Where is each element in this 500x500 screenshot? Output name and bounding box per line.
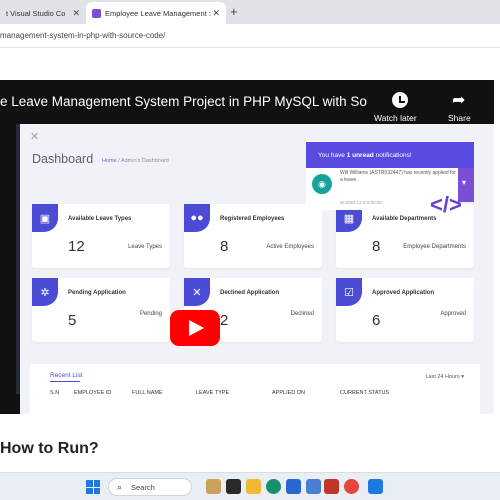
chat-icon: ◉ xyxy=(312,174,332,194)
spinner-icon: ✲ xyxy=(32,278,58,306)
mail-icon[interactable] xyxy=(306,479,321,494)
briefcase-icon: ▣ xyxy=(32,204,58,232)
breadcrumb-rest: / Admin's Dashboard xyxy=(116,158,169,164)
breadcrumb: Home / Admin's Dashboard xyxy=(102,158,169,164)
task-view-icon[interactable] xyxy=(226,479,241,494)
x-icon: ✕ xyxy=(184,278,210,306)
card-value: 12 xyxy=(68,238,85,255)
notification-header: You have 1 unread notifications! xyxy=(306,142,474,168)
close-icon[interactable]: ✕ xyxy=(212,8,220,19)
tab-label: t Visual Studio Co xyxy=(6,8,66,18)
card-leave-types: ▣ Available Leave Types 12 Leave Types xyxy=(32,204,170,268)
column-header: FULL NAME xyxy=(132,390,163,396)
card-title: Declined Application xyxy=(220,290,280,296)
card-subtitle: Approved xyxy=(440,311,466,317)
tab-visual-studio-code[interactable]: t Visual Studio Co ✕ xyxy=(0,2,86,24)
card-title: Registered Employees xyxy=(220,216,285,222)
search-label: Search xyxy=(131,483,155,492)
new-tab-button[interactable]: + xyxy=(230,4,238,19)
watch-later-label[interactable]: Watch later xyxy=(374,113,417,123)
chevron-down-icon: ▾ xyxy=(462,178,467,187)
notification-text: Will Williams (ASTR032447) has recently … xyxy=(340,170,456,183)
card-subtitle: Active Employees xyxy=(266,244,314,250)
chrome-icon[interactable] xyxy=(344,479,359,494)
clock-icon[interactable] xyxy=(392,92,408,108)
recent-list-title: Recent List xyxy=(50,372,83,379)
notification-head-pre: You have xyxy=(318,152,347,159)
video-title[interactable]: e Leave Management System Project in PHP… xyxy=(0,94,367,109)
card-subtitle: Employee Departments xyxy=(403,244,466,250)
card-value: 6 xyxy=(372,312,381,329)
column-header: LEAVE TYPE xyxy=(196,390,230,396)
close-icon[interactable]: ✕ xyxy=(72,8,80,19)
card-subtitle: Leave Types xyxy=(128,244,162,250)
address-bar[interactable]: management-system-in-php-with-source-cod… xyxy=(0,24,500,48)
file-explorer-icon[interactable] xyxy=(246,479,261,494)
time-filter-label: Last 24 Hours xyxy=(425,374,460,380)
search-icon: ⌕ xyxy=(117,482,123,492)
edge-icon[interactable] xyxy=(266,479,281,494)
column-header: EMPLOYEE ID xyxy=(74,390,112,396)
tab-underline xyxy=(50,381,80,382)
windows-taskbar: ⌕ Search xyxy=(0,472,500,500)
tab-label: Employee Leave Management : xyxy=(105,8,211,18)
card-title: Approved Application xyxy=(372,290,435,296)
breadcrumb-home: Home xyxy=(102,158,117,164)
recent-list-panel: Recent List Last 24 Hours ▾ S.N EMPLOYEE… xyxy=(30,364,480,414)
card-subtitle: Pending xyxy=(139,311,162,317)
card-value: 5 xyxy=(68,312,77,329)
browser-tab-strip: t Visual Studio Co ✕ Employee Leave Mana… xyxy=(0,0,500,24)
youtube-video-player[interactable]: ✕ Dashboard Home / Admin's Dashboard ▣ A… xyxy=(0,80,494,414)
notification-head-post: notifications! xyxy=(373,152,412,159)
card-subtitle: Declined xyxy=(290,311,314,317)
store-icon[interactable] xyxy=(286,479,301,494)
favicon-icon xyxy=(92,8,101,18)
card-title: Available Departments xyxy=(372,216,437,222)
channel-logo-icon: </> xyxy=(430,192,462,217)
notification-date: at 2020-12-3 0:00:00 xyxy=(340,200,382,205)
widgets-icon[interactable] xyxy=(206,479,221,494)
card-approved: ☑ Approved Application 6 Approved xyxy=(336,278,474,342)
taskbar-search-box[interactable]: ⌕ Search xyxy=(108,478,192,496)
card-value: 2 xyxy=(220,312,229,329)
column-header: CURRENT STATUS xyxy=(340,390,390,396)
play-button[interactable] xyxy=(170,310,220,346)
card-title: Available Leave Types xyxy=(68,216,132,222)
dashboard-title: Dashboard xyxy=(32,152,94,166)
card-value: 8 xyxy=(372,238,381,255)
share-icon[interactable]: ➦ xyxy=(452,90,465,110)
section-heading: How to Run? xyxy=(0,440,99,457)
card-title: Pending Application xyxy=(68,290,126,296)
card-pending: ✲ Pending Application 5 Pending xyxy=(32,278,170,342)
column-header: S.N xyxy=(50,390,60,396)
tab-employee-leave-management[interactable]: Employee Leave Management : ✕ xyxy=(86,2,226,24)
close-icon: ✕ xyxy=(30,131,40,143)
card-value: 8 xyxy=(220,238,229,255)
users-icon: ●● xyxy=(184,204,210,232)
windows-start-icon[interactable] xyxy=(86,480,100,494)
notification-head-bold: 1 unread xyxy=(346,152,374,159)
url-text[interactable]: management-system-in-php-with-source-cod… xyxy=(0,31,165,40)
card-registered-employees: ●● Registered Employees 8 Active Employe… xyxy=(184,204,322,268)
office-icon[interactable] xyxy=(324,479,339,494)
check-icon: ☑ xyxy=(336,278,362,306)
time-filter-select: Last 24 Hours ▾ xyxy=(425,374,464,380)
share-label[interactable]: Share xyxy=(448,113,471,123)
vscode-icon[interactable] xyxy=(368,479,383,494)
column-header: APPLIED ON xyxy=(272,390,306,396)
